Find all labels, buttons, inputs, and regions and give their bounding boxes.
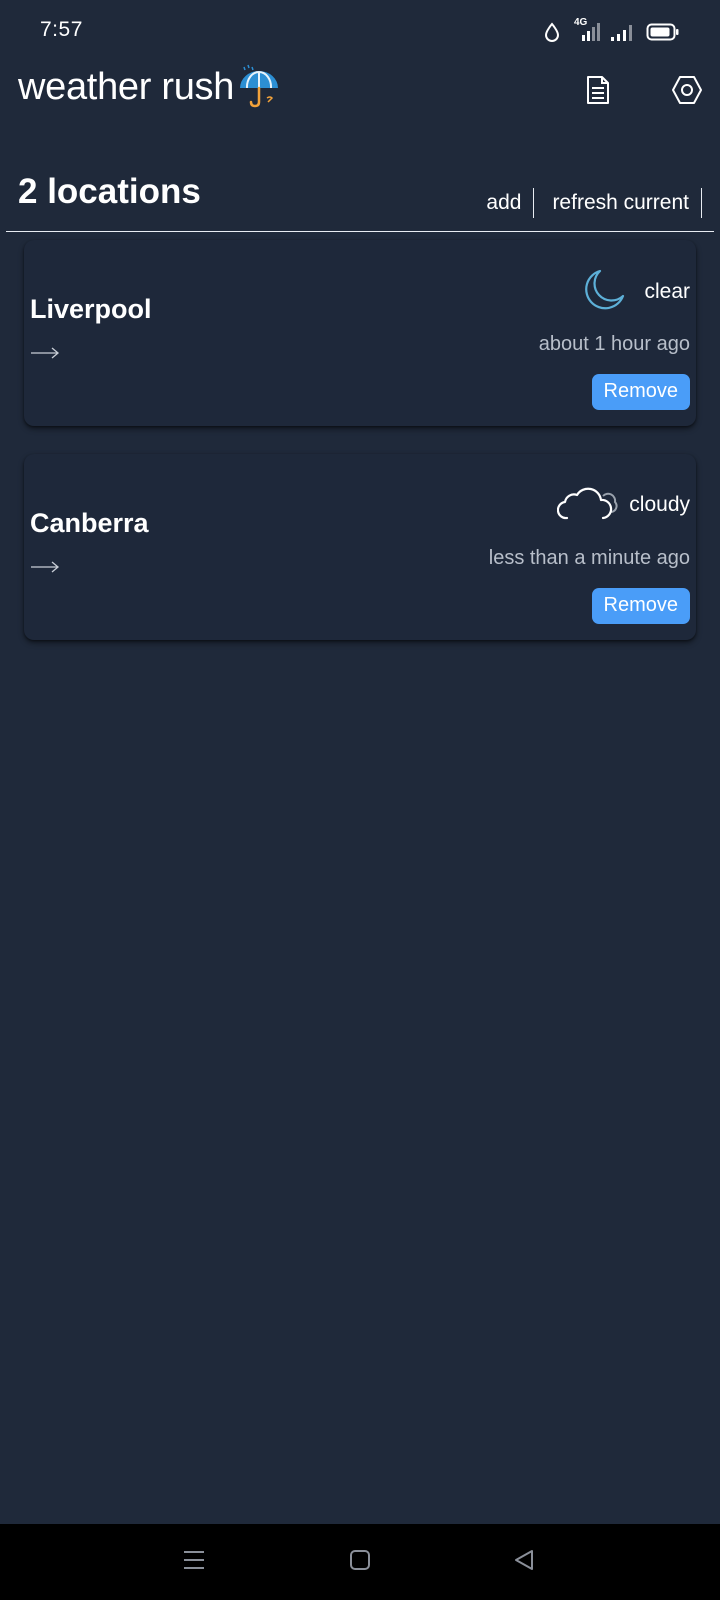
location-condition: clear xyxy=(644,279,690,303)
location-updated-time: less than a minute ago xyxy=(488,547,690,569)
app-title: weather rush xyxy=(18,65,235,108)
system-nav-bar xyxy=(0,1524,720,1600)
location-weather: clear xyxy=(584,268,690,315)
document-icon xyxy=(586,75,610,110)
menu-button[interactable] xyxy=(176,1544,212,1580)
water-drop-icon xyxy=(544,22,560,42)
remove-location-button[interactable]: Remove xyxy=(591,588,690,624)
status-icons: 4G xyxy=(544,17,680,44)
location-city: Canberra xyxy=(30,508,149,538)
location-city: Liverpool xyxy=(30,294,152,324)
location-weather: cloudy xyxy=(557,482,690,527)
status-bar: 7:57 4G xyxy=(0,0,720,62)
add-location-button[interactable]: add xyxy=(468,188,535,218)
back-icon xyxy=(513,1549,535,1576)
location-updated-time: about 1 hour ago xyxy=(538,333,690,355)
open-location-arrow-icon[interactable] xyxy=(30,344,60,362)
locations-header: 2 locations add refresh current xyxy=(6,168,714,232)
header-actions: add refresh current xyxy=(468,188,702,218)
app-bar: weather rush xyxy=(0,62,720,122)
home-icon xyxy=(349,1549,371,1576)
location-card-canberra: Canberra cloudy less than a minute ago R… xyxy=(24,454,696,640)
remove-location-button[interactable]: Remove xyxy=(591,374,690,410)
cloud-icon xyxy=(557,482,619,527)
umbrella-rain-icon xyxy=(236,64,282,110)
refresh-current-button[interactable]: refresh current xyxy=(534,188,702,218)
menu-icon xyxy=(182,1549,206,1576)
signal-4g-icon: 4G xyxy=(570,17,600,43)
status-time: 7:57 xyxy=(40,18,83,41)
document-button[interactable] xyxy=(574,68,622,116)
home-button[interactable] xyxy=(342,1544,378,1580)
battery-icon xyxy=(646,22,680,42)
settings-hexagon-icon xyxy=(671,75,703,110)
app-title-container: weather rush xyxy=(18,64,282,110)
network-type-label: 4G xyxy=(574,17,588,28)
signal-icon xyxy=(610,22,636,42)
settings-button[interactable] xyxy=(663,68,711,116)
back-button[interactable] xyxy=(506,1544,542,1580)
locations-count: 2 locations xyxy=(18,172,201,211)
location-condition: cloudy xyxy=(629,492,690,516)
open-location-arrow-icon[interactable] xyxy=(30,558,60,576)
moon-icon xyxy=(584,268,626,315)
location-card-liverpool: Liverpool clear about 1 hour ago Remove xyxy=(24,240,696,426)
